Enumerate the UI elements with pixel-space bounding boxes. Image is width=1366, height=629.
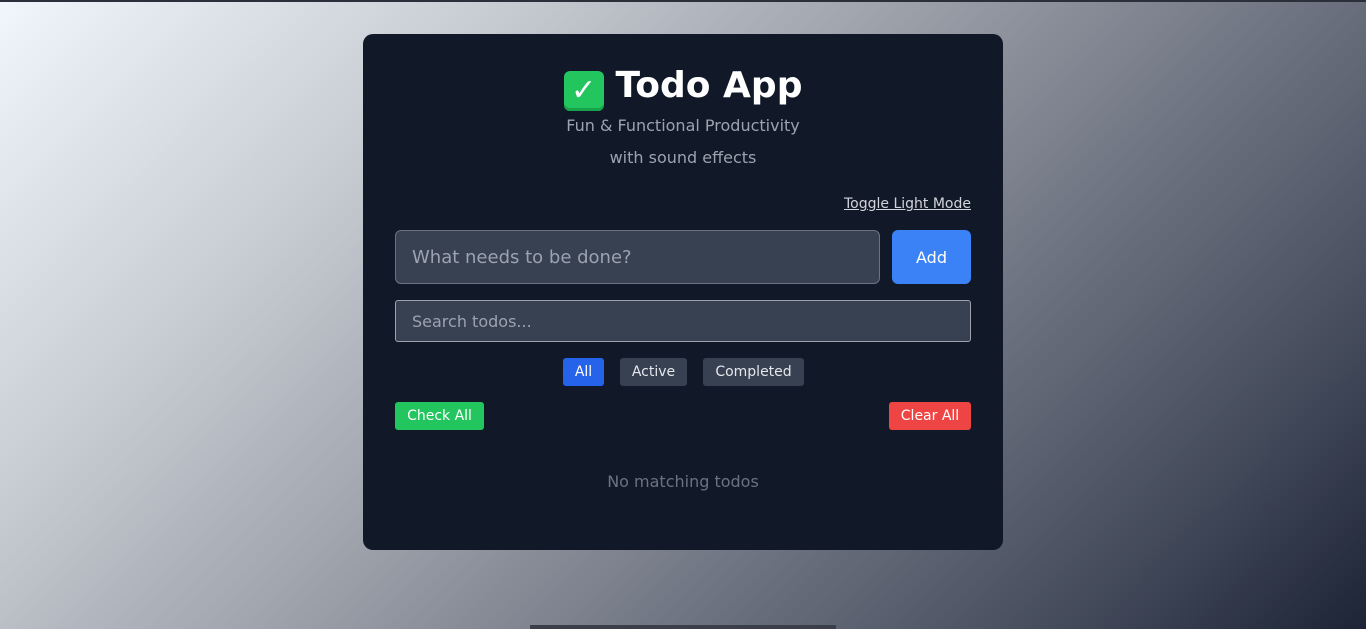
todo-card: ✓ Todo App Fun & Functional Productivity … — [363, 34, 1003, 550]
window-top-border — [0, 0, 1366, 2]
search-input[interactable] — [395, 300, 971, 342]
check-all-button[interactable]: Check All — [395, 402, 484, 430]
page-title: ✓ Todo App — [363, 62, 1003, 111]
add-button[interactable]: Add — [892, 230, 971, 284]
empty-state-message: No matching todos — [607, 472, 759, 491]
check-mark-icon: ✓ — [563, 71, 604, 111]
title-text: Todo App — [615, 65, 803, 106]
new-todo-input[interactable] — [395, 230, 880, 284]
filter-completed-button[interactable]: Completed — [703, 358, 804, 386]
clear-all-button[interactable]: Clear All — [889, 402, 971, 430]
subtitle-line-2: with sound effects — [609, 148, 757, 167]
subtitle-line-1: Fun & Functional Productivity — [566, 116, 800, 135]
filter-active-button[interactable]: Active — [620, 358, 687, 386]
bottom-scroll-indicator — [530, 625, 836, 629]
toggle-light-mode-link[interactable]: Toggle Light Mode — [844, 194, 971, 214]
filter-all-button[interactable]: All — [563, 358, 604, 386]
